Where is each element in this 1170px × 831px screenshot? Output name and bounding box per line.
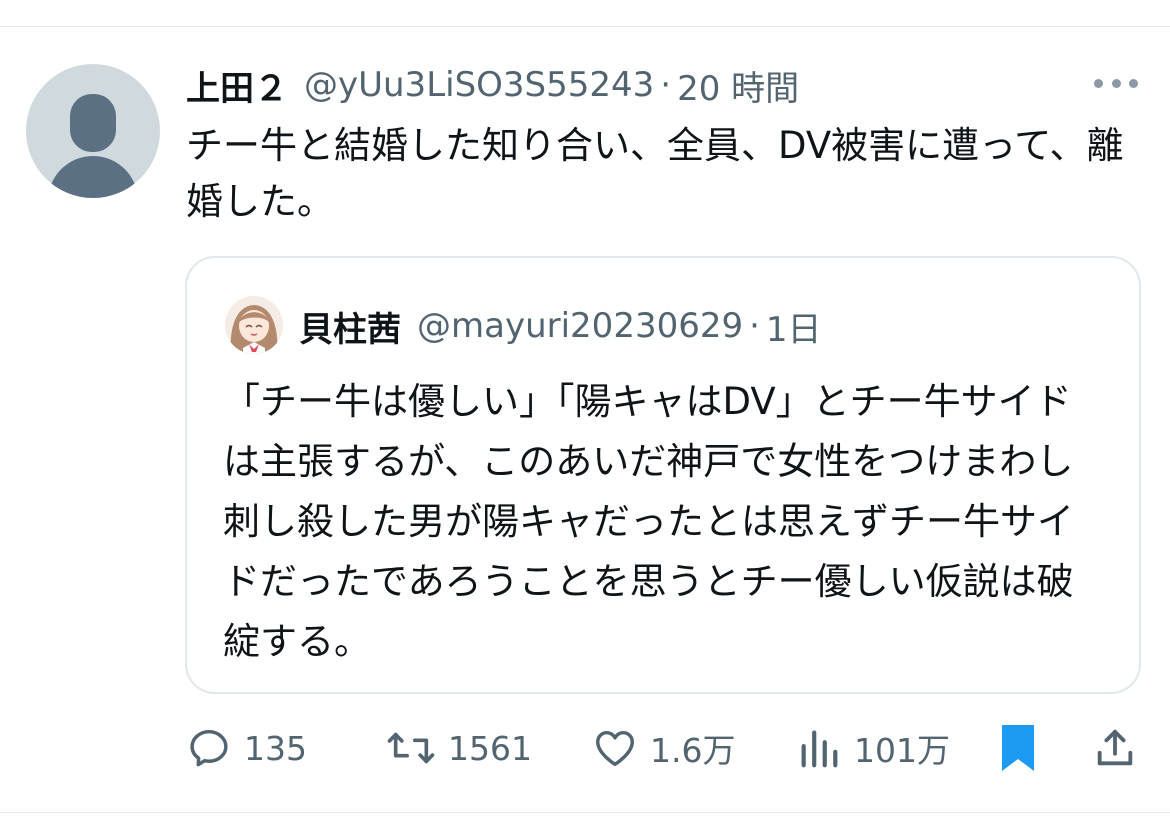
like-button[interactable]: 1.6万 xyxy=(592,718,735,778)
retweet-button[interactable]: 1561 xyxy=(386,718,532,778)
quote-avatar-illustration xyxy=(225,296,283,354)
avatar[interactable] xyxy=(26,64,160,198)
timestamp[interactable]: 20 時間 xyxy=(677,61,799,110)
reply-button[interactable]: 135 xyxy=(186,718,307,778)
display-name[interactable]: 上田２ xyxy=(186,61,288,110)
more-icon-dot xyxy=(1111,78,1121,88)
quote-separator-dot: · xyxy=(749,306,760,346)
quote-user-handle[interactable]: @mayuri20230629 xyxy=(417,306,743,346)
quote-avatar[interactable] xyxy=(225,296,283,354)
more-icon-dot xyxy=(1129,78,1138,88)
reply-icon xyxy=(190,729,228,767)
quote-tweet-card[interactable]: 貝柱茜 @mayuri20230629 · 1日 「チー牛は優しい」「陽キャはD… xyxy=(185,256,1141,694)
views-count: 101万 xyxy=(854,731,950,770)
share-icon xyxy=(1097,729,1133,766)
more-icon xyxy=(1094,78,1103,88)
views-icon xyxy=(801,730,838,768)
separator-dot: · xyxy=(660,65,672,105)
more-options-button[interactable] xyxy=(1094,70,1138,96)
bookmark-button[interactable] xyxy=(996,718,1040,778)
retweet-count: 1561 xyxy=(448,728,532,768)
share-button[interactable] xyxy=(1092,718,1138,778)
quote-timestamp[interactable]: 1日 xyxy=(766,302,822,351)
views-button[interactable]: 101万 xyxy=(796,718,950,778)
tweet-header: 上田２ @yUu3LiSO3S55243 · 20 時間 xyxy=(186,60,799,110)
quote-text: 「チー牛は優しい」「陽キャはDV」とチー牛サイドは主張するが、このあいだ神戸で女… xyxy=(223,380,1074,663)
bottom-divider xyxy=(0,812,1170,813)
avatar-placeholder-body xyxy=(48,156,138,198)
retweet-icon xyxy=(387,732,435,764)
quote-display-name[interactable]: 貝柱茜 xyxy=(299,302,401,351)
heart-icon xyxy=(596,730,634,767)
top-divider xyxy=(0,26,1170,27)
reply-count: 135 xyxy=(244,728,307,768)
avatar-placeholder-head xyxy=(70,94,116,152)
user-handle[interactable]: @yUu3LiSO3S55243 xyxy=(304,65,654,105)
like-count: 1.6万 xyxy=(650,731,736,770)
tweet-text: チー牛と結婚した知り合い、全員、DV被害に遭って、離婚した。 xyxy=(186,124,1124,223)
bookmark-icon xyxy=(1002,725,1034,771)
quote-header: 貝柱茜 @mayuri20230629 · 1日 xyxy=(299,302,822,350)
